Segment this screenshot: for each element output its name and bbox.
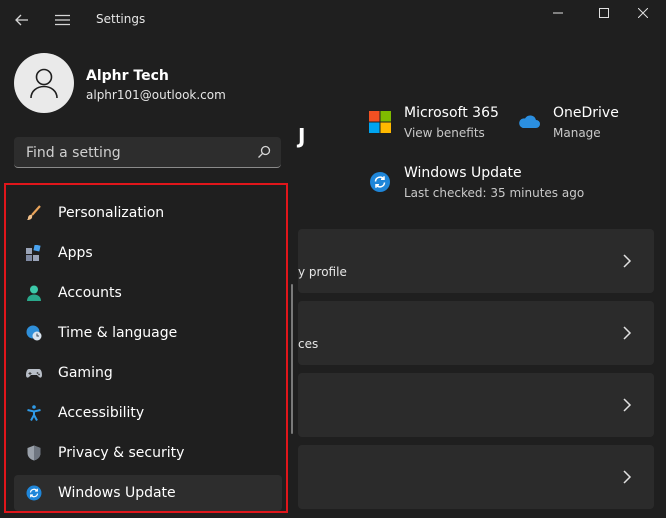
chevron-right-icon bbox=[623, 254, 632, 268]
minimize-button[interactable] bbox=[535, 0, 581, 26]
accessibility-icon bbox=[26, 405, 42, 421]
user-email: alphr101@outlook.com bbox=[86, 88, 226, 102]
settings-card[interactable] bbox=[298, 373, 654, 437]
sidebar-item-label: Gaming bbox=[58, 365, 113, 381]
sidebar-item-accounts[interactable]: Accounts bbox=[14, 275, 282, 311]
windows-update-icon bbox=[370, 172, 390, 192]
sidebar-item-label: Windows Update bbox=[58, 485, 176, 501]
service-title: Windows Update bbox=[404, 165, 522, 181]
settings-window: Settings Alphr Tech alphr101@outlook.com bbox=[0, 0, 666, 518]
onedrive-cloud-icon bbox=[519, 115, 540, 128]
settings-card[interactable] bbox=[298, 445, 654, 509]
card-text: y profile bbox=[298, 265, 347, 279]
hamburger-menu-icon bbox=[54, 14, 70, 26]
sidebar-scrollbar[interactable] bbox=[291, 284, 293, 434]
sidebar-item-privacy-security[interactable]: Privacy & security bbox=[14, 435, 282, 471]
sidebar-item-label: Personalization bbox=[58, 205, 165, 221]
search-box[interactable] bbox=[14, 137, 281, 168]
sidebar-item-windows-update[interactable]: Windows Update bbox=[14, 475, 282, 511]
sidebar-item-label: Time & language bbox=[58, 325, 178, 341]
person-icon bbox=[30, 68, 58, 99]
page-title: J bbox=[298, 124, 306, 148]
windows-update-icon bbox=[26, 485, 42, 501]
paintbrush-icon bbox=[26, 205, 42, 221]
service-microsoft-365[interactable]: Microsoft 365 View benefits bbox=[368, 104, 499, 140]
service-title: Microsoft 365 bbox=[404, 105, 499, 121]
search-input[interactable] bbox=[24, 143, 248, 163]
sidebar-item-gaming[interactable]: Gaming bbox=[14, 355, 282, 391]
sidebar-item-personalization[interactable]: Personalization bbox=[14, 195, 282, 231]
user-name: Alphr Tech bbox=[86, 68, 169, 84]
settings-card[interactable]: y profile bbox=[298, 229, 654, 293]
globe-clock-icon bbox=[26, 325, 42, 341]
minimize-icon bbox=[553, 12, 563, 14]
sidebar-nav: Personalization Apps Accounts Time & lan… bbox=[14, 195, 282, 515]
back-button[interactable] bbox=[8, 6, 36, 34]
sidebar-item-label: Accounts bbox=[58, 285, 122, 301]
shield-icon bbox=[26, 445, 42, 461]
person-icon bbox=[26, 285, 42, 301]
maximize-icon bbox=[599, 8, 609, 18]
chevron-right-icon bbox=[623, 398, 632, 412]
service-link[interactable]: View benefits bbox=[404, 126, 499, 140]
sidebar-item-label: Accessibility bbox=[58, 405, 145, 421]
service-status: Last checked: 35 minutes ago bbox=[404, 186, 585, 200]
sidebar-item-label: Apps bbox=[58, 245, 93, 261]
service-title: OneDrive bbox=[553, 105, 619, 121]
close-button[interactable] bbox=[620, 0, 666, 26]
sidebar-item-label: Privacy & security bbox=[58, 445, 185, 461]
chevron-right-icon bbox=[623, 326, 632, 340]
window-title: Settings bbox=[96, 12, 146, 26]
chevron-right-icon bbox=[623, 470, 632, 484]
nav-menu-button[interactable] bbox=[48, 6, 76, 34]
service-windows-update[interactable]: Windows Update Last checked: 35 minutes … bbox=[368, 164, 584, 200]
sidebar-item-accessibility[interactable]: Accessibility bbox=[14, 395, 282, 431]
gamepad-icon bbox=[26, 365, 42, 381]
apps-icon bbox=[26, 245, 42, 261]
card-text: ces bbox=[298, 337, 319, 351]
search-icon[interactable] bbox=[257, 145, 271, 159]
microsoft-logo-icon bbox=[369, 111, 391, 133]
arrow-left-icon bbox=[15, 14, 28, 26]
service-onedrive[interactable]: OneDrive Manage bbox=[517, 104, 619, 140]
service-link[interactable]: Manage bbox=[553, 126, 619, 140]
sidebar-item-time-language[interactable]: Time & language bbox=[14, 315, 282, 351]
close-icon bbox=[638, 8, 648, 18]
title-bar: Settings bbox=[0, 0, 666, 40]
settings-card[interactable]: ces bbox=[298, 301, 654, 365]
sidebar-item-apps[interactable]: Apps bbox=[14, 235, 282, 271]
avatar[interactable] bbox=[14, 53, 74, 113]
